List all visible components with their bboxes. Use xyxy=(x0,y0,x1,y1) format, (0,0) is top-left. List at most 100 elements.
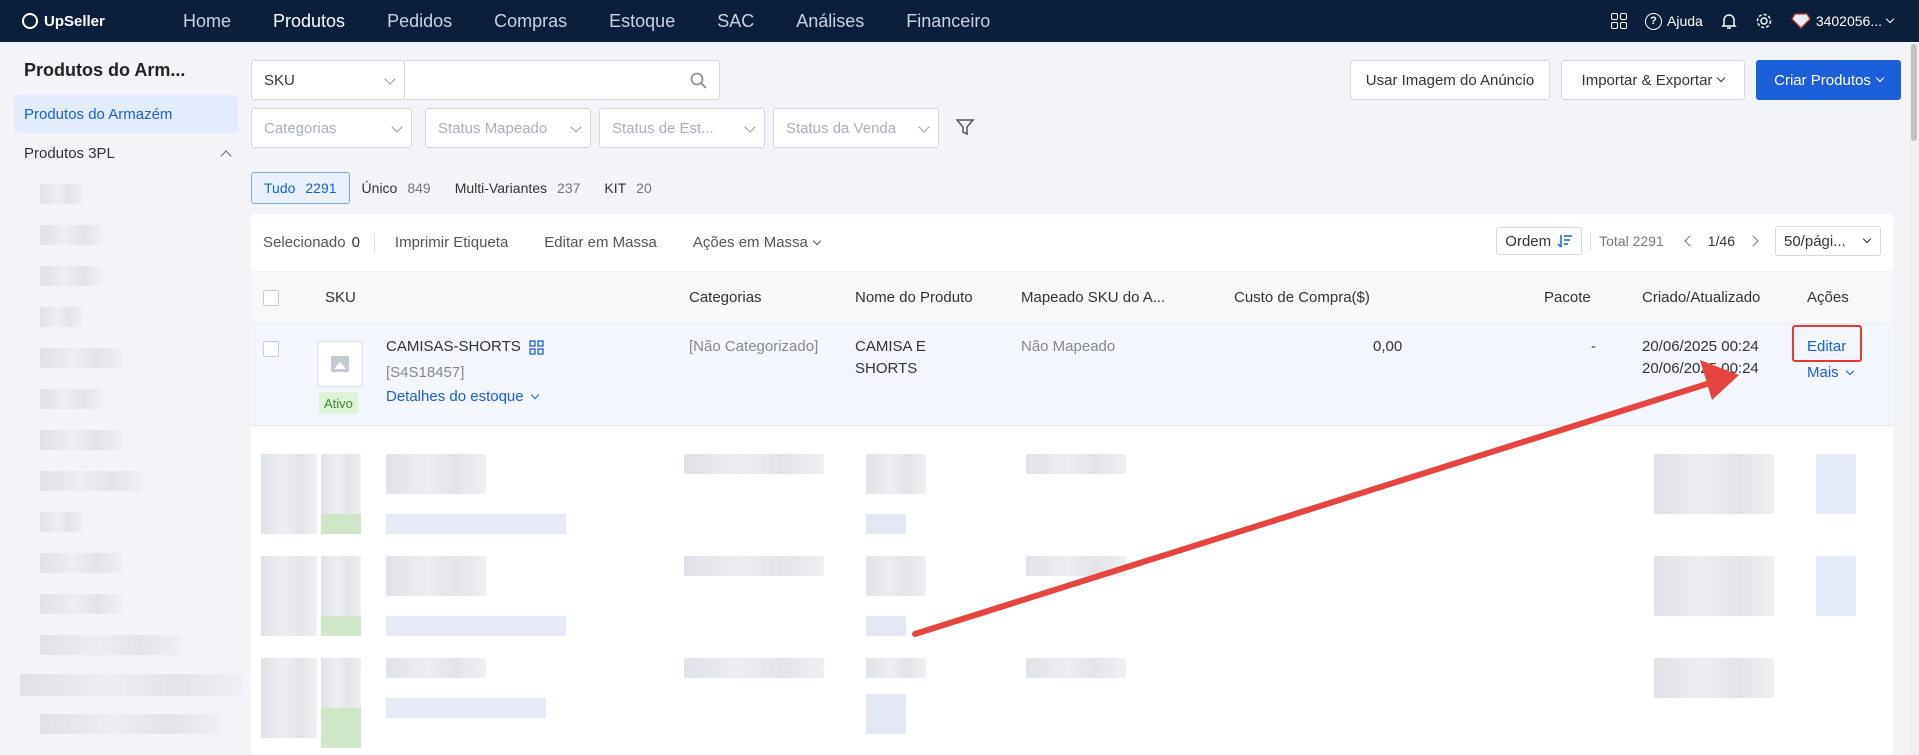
sidebar: Produtos do Arm... Produtos do Armazém P… xyxy=(0,42,246,755)
next-page-icon[interactable] xyxy=(1747,235,1759,247)
chevron-down-icon xyxy=(744,121,756,133)
sidebar-section-label: Produtos 3PL xyxy=(24,145,115,162)
help-link[interactable]: ? Ajuda xyxy=(1645,12,1703,30)
blurred-sidebar-item[interactable] xyxy=(40,635,182,655)
blurred-sidebar-item[interactable] xyxy=(40,594,122,614)
bell-icon[interactable] xyxy=(1721,13,1737,30)
usar-imagem-button[interactable]: Usar Imagem do Anúncio xyxy=(1350,60,1550,100)
select-all-checkbox[interactable] xyxy=(263,290,279,306)
status-venda-label: Status da Venda xyxy=(786,119,897,137)
account-menu[interactable]: 3402056... xyxy=(1791,13,1895,29)
status-mapeado-filter[interactable]: Status Mapeado xyxy=(425,108,591,148)
blurred-sidebar-item[interactable] xyxy=(40,714,222,734)
product-sku: [S4S18457] xyxy=(386,364,465,381)
per-page-value: 50/pági... xyxy=(1784,232,1846,250)
nav-financeiro[interactable]: Financeiro xyxy=(885,0,1011,42)
search-type-select[interactable]: SKU xyxy=(251,60,405,100)
toolbar-divider xyxy=(1590,232,1592,250)
blurred-cell xyxy=(321,556,361,616)
tab-tudo[interactable]: Tudo 2291 xyxy=(251,172,350,204)
sidebar-section-3pl[interactable]: Produtos 3PL xyxy=(24,145,232,162)
blurred-cell xyxy=(386,556,486,596)
nav-estoque[interactable]: Estoque xyxy=(588,0,696,42)
row-mapeado: Não Mapeado xyxy=(1021,338,1116,355)
chevron-down-icon xyxy=(384,73,396,85)
chevron-down-icon xyxy=(391,121,403,133)
chevron-down-icon xyxy=(570,121,582,133)
tab-multi-variantes[interactable]: Multi-Variantes 237 xyxy=(443,172,593,204)
blurred-cell xyxy=(321,454,361,514)
blurred-sidebar-item[interactable] xyxy=(40,512,82,532)
chevron-down-icon xyxy=(1717,73,1726,83)
product-thumbnail[interactable] xyxy=(317,341,363,387)
nav-sac[interactable]: SAC xyxy=(696,0,775,42)
search-icon xyxy=(690,72,707,89)
product-type-tabs: Tudo 2291 Único 849 Multi-Variantes 237 … xyxy=(251,172,664,204)
detalhes-estoque-link[interactable]: Detalhes do estoque xyxy=(386,386,539,408)
blurred-cell xyxy=(1654,556,1774,616)
nav-compras[interactable]: Compras xyxy=(473,0,588,42)
tab-kit[interactable]: KIT 20 xyxy=(592,172,663,204)
sort-order-button[interactable]: Ordem xyxy=(1496,227,1583,255)
nav-home[interactable]: Home xyxy=(162,0,252,42)
importar-exportar-button[interactable]: Importar & Exportar xyxy=(1561,60,1745,100)
variants-icon[interactable] xyxy=(529,339,544,355)
per-page-select[interactable]: 50/pági... xyxy=(1775,226,1881,256)
blurred-sidebar-item[interactable] xyxy=(20,674,242,696)
nav-produtos[interactable]: Produtos xyxy=(252,0,366,42)
categorias-filter[interactable]: Categorias xyxy=(251,108,412,148)
row-checkbox[interactable] xyxy=(263,341,279,357)
blurred-cell xyxy=(866,514,906,534)
status-venda-filter[interactable]: Status da Venda xyxy=(773,108,939,148)
image-placeholder-icon xyxy=(331,356,349,372)
blurred-sidebar-item[interactable] xyxy=(40,430,122,450)
blurred-sidebar-item[interactable] xyxy=(40,225,102,245)
nav-analises[interactable]: Análises xyxy=(775,0,885,42)
header-custo: Custo de Compra($) xyxy=(1234,289,1370,306)
criar-produtos-button[interactable]: Criar Produtos xyxy=(1756,60,1901,100)
tab-label: Multi-Variantes xyxy=(454,180,548,196)
vertical-scrollbar[interactable] xyxy=(1909,42,1919,755)
search-input[interactable] xyxy=(404,60,720,100)
prev-page-icon[interactable] xyxy=(1684,235,1696,247)
blurred-cell xyxy=(684,658,824,678)
tab-label: Único xyxy=(361,180,398,196)
blurred-sidebar-item[interactable] xyxy=(40,471,142,491)
apps-icon[interactable] xyxy=(1611,13,1628,29)
blurred-cell xyxy=(1026,658,1126,678)
tab-label: KIT xyxy=(604,180,627,196)
editar-em-massa-button[interactable]: Editar em Massa xyxy=(544,234,657,251)
blurred-sidebar-item[interactable] xyxy=(40,266,102,286)
acoes-em-massa-dropdown[interactable]: Ações em Massa xyxy=(693,234,822,251)
chevron-down-icon xyxy=(1885,14,1895,24)
imprimir-etiqueta-button[interactable]: Imprimir Etiqueta xyxy=(395,234,508,251)
scrollbar-thumb[interactable] xyxy=(1911,44,1917,141)
funnel-icon[interactable] xyxy=(955,117,975,137)
product-name: CAMISAS-SHORTS xyxy=(386,338,521,355)
blurred-cell xyxy=(321,514,361,534)
total-count: Total 2291 xyxy=(1599,233,1664,249)
tab-label: Tudo xyxy=(264,180,296,196)
blurred-cell xyxy=(1654,454,1774,514)
blurred-sidebar-item[interactable] xyxy=(40,389,102,409)
blurred-sidebar-item[interactable] xyxy=(40,553,122,573)
chevron-down-icon xyxy=(918,121,930,133)
blurred-cell xyxy=(684,556,824,576)
mais-dropdown[interactable]: Mais xyxy=(1807,362,1854,384)
sidebar-item-produtos-armazem[interactable]: Produtos do Armazém xyxy=(14,95,238,133)
brand-name: UpSeller xyxy=(44,12,105,30)
tab-unico[interactable]: Único 849 xyxy=(350,172,443,204)
blurred-sidebar-item[interactable] xyxy=(40,307,82,327)
nav-pedidos[interactable]: Pedidos xyxy=(366,0,473,42)
gear-icon[interactable] xyxy=(1755,12,1773,30)
blurred-cell xyxy=(1816,556,1856,616)
header-acoes: Ações xyxy=(1807,289,1849,306)
upseller-logo[interactable]: UpSeller xyxy=(22,13,162,30)
blurred-sidebar-item[interactable] xyxy=(40,184,82,204)
chevron-down-icon xyxy=(812,236,822,245)
status-estoque-filter[interactable]: Status de Est... xyxy=(599,108,765,148)
tab-count: 20 xyxy=(636,180,652,196)
blurred-sidebar-item[interactable] xyxy=(40,348,122,368)
detalhes-estoque-label: Detalhes do estoque xyxy=(386,388,524,405)
blurred-cell xyxy=(1026,556,1126,576)
